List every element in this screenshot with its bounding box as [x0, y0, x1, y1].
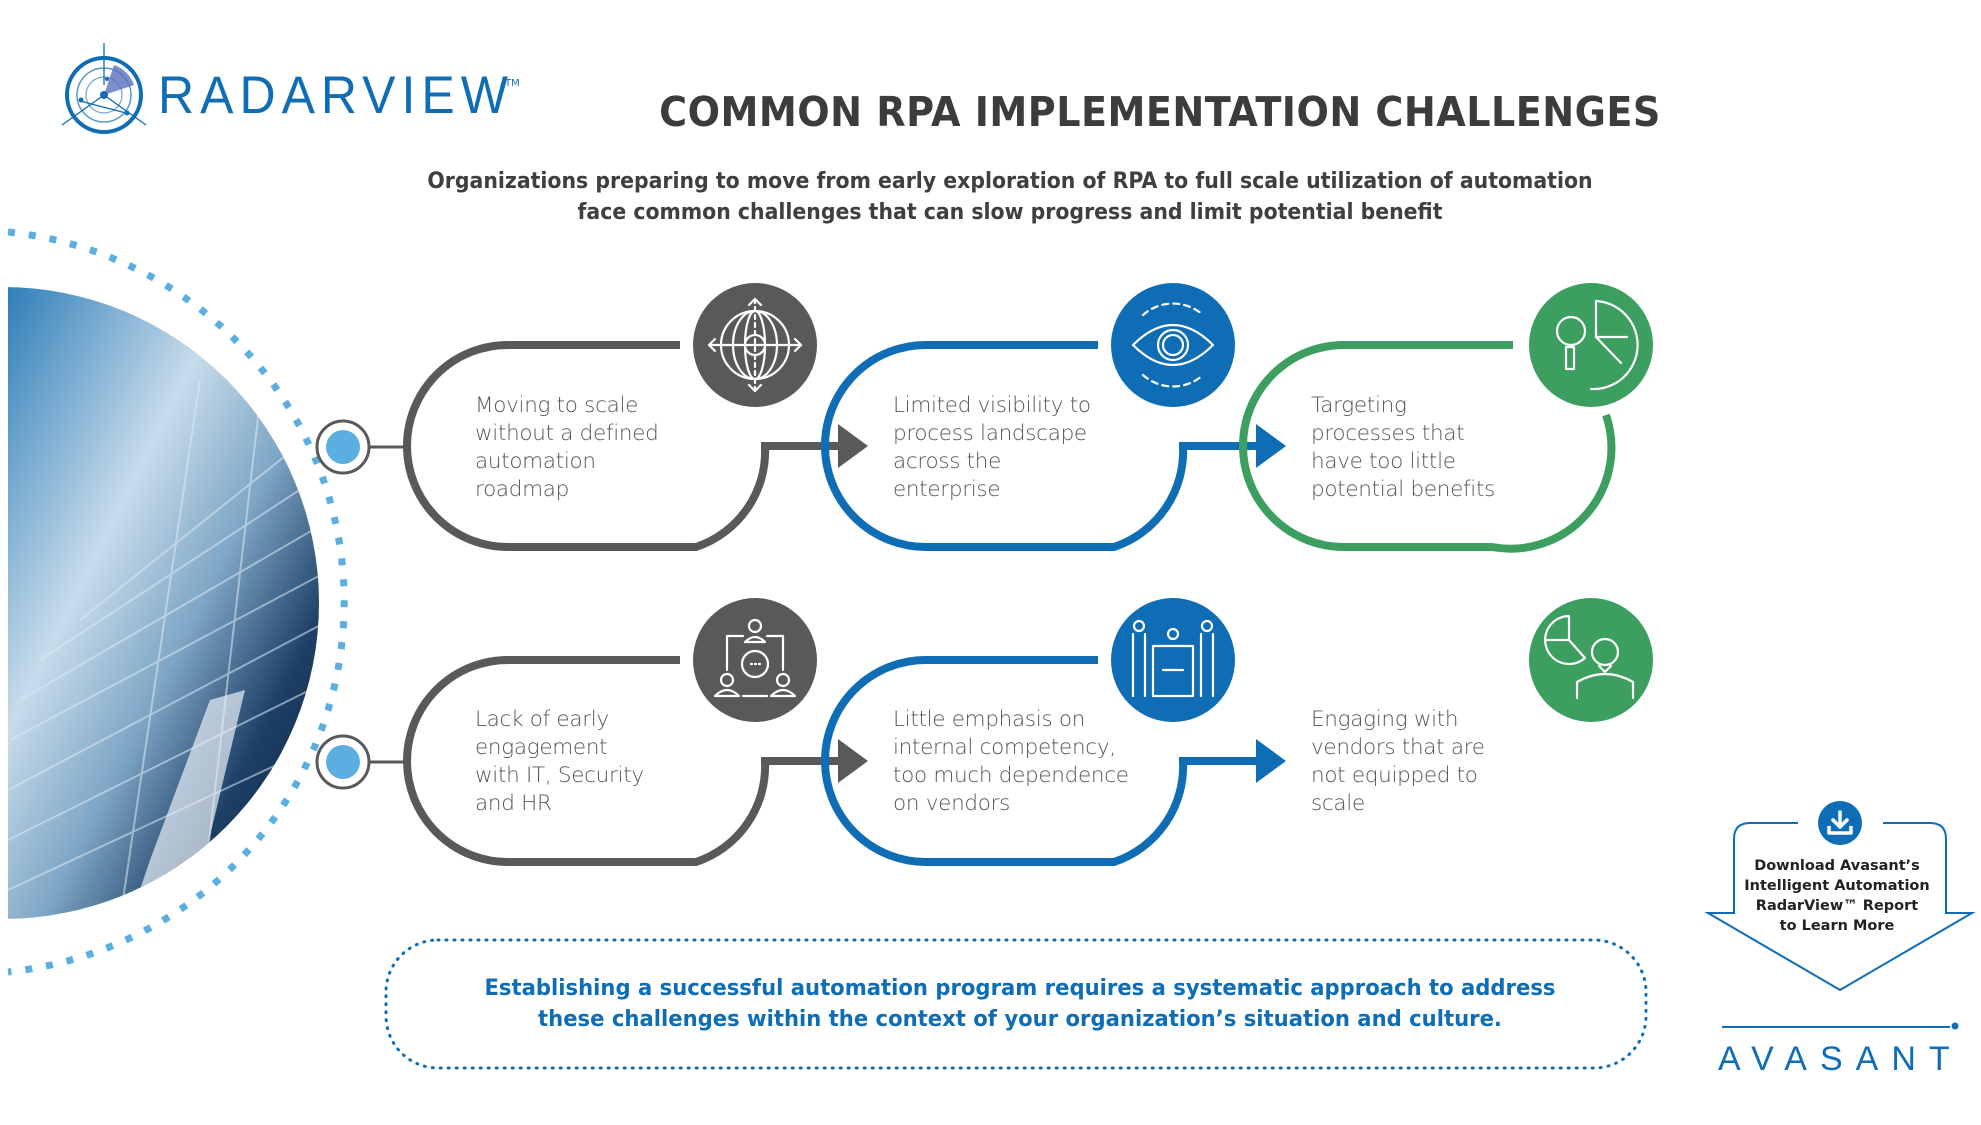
arrow-head — [1256, 739, 1286, 783]
row2-connector-node — [315, 734, 410, 790]
download-report-button[interactable]: Download Avasant’s Intelligent Automatio… — [1722, 856, 1952, 936]
arrow-head — [838, 424, 868, 468]
radarview-logo-tm: TM — [505, 78, 520, 89]
row1-connector-node — [315, 419, 410, 475]
callout-message: Establishing a successful automation pro… — [437, 973, 1603, 1035]
magnifier-pie-chart-icon — [1529, 283, 1653, 407]
avasant-rule-dot — [1951, 1022, 1959, 1030]
callout-line-2: these challenges within the context of y… — [538, 1006, 1502, 1032]
challenge-4-text: Lack of early engagement with IT, Securi… — [475, 707, 644, 816]
download-line-1: Download Avasant’s — [1754, 858, 1920, 874]
arrow-head — [1256, 424, 1286, 468]
eye-gear-icon — [1111, 283, 1235, 407]
download-line-4: to Learn More — [1779, 918, 1895, 934]
challenge-1-text: Moving to scale without a defined automa… — [475, 393, 659, 502]
radarview-logo-text: RADARVIEW — [158, 65, 514, 125]
subtitle-line-1: Organizations preparing to move from ear… — [427, 169, 1593, 194]
download-line-3: RadarView™ Report — [1755, 898, 1919, 914]
building-photo — [7, 287, 319, 919]
arrow-head — [838, 739, 868, 783]
challenge-2-text: Limited visibility to process landscape … — [893, 393, 1091, 502]
download-icon[interactable] — [1818, 801, 1862, 845]
challenge-6-text: Engaging with vendors that are not equip… — [1311, 707, 1485, 816]
challenge-6-card — [1529, 598, 1653, 722]
download-line-2: Intelligent Automation — [1744, 878, 1930, 894]
subtitle-line-2: face common challenges that can slow pro… — [577, 200, 1443, 225]
radarview-logo-icon — [61, 43, 147, 134]
globe-arrows-icon — [693, 283, 817, 407]
avasant-logo-text: AVASANT — [1718, 1040, 1963, 1078]
puzzle-team-icon — [1111, 598, 1235, 722]
page-subtitle: Organizations preparing to move from ear… — [406, 166, 1615, 228]
team-meeting-icon — [693, 598, 817, 722]
callout-line-1: Establishing a successful automation pro… — [484, 975, 1556, 1001]
challenge-3-text: Targeting processes that have too little… — [1311, 393, 1495, 502]
page-title: COMMON RPA IMPLEMENTATION CHALLENGES — [659, 88, 1661, 136]
person-pie-chart-icon — [1529, 598, 1653, 722]
challenge-5-text: Little emphasis on internal competency, … — [893, 707, 1129, 816]
